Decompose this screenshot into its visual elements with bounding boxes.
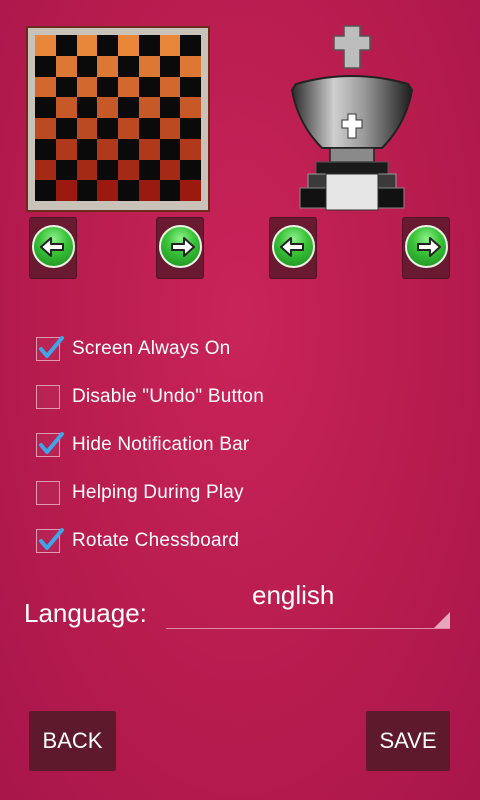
chess-king-icon xyxy=(286,24,418,212)
checkmark-icon xyxy=(39,432,64,454)
option-rotate-chessboard[interactable]: Rotate Chessboard xyxy=(36,527,239,555)
board-square xyxy=(76,76,98,98)
board-square xyxy=(76,138,98,160)
board-square xyxy=(35,76,56,98)
option-label: Disable "Undo" Button xyxy=(72,386,264,407)
board-square xyxy=(55,159,77,181)
board-square xyxy=(97,97,118,118)
language-select[interactable]: english xyxy=(166,578,450,629)
chessboard-thumbnail xyxy=(35,35,201,201)
board-square xyxy=(55,35,77,56)
board-square xyxy=(138,138,160,160)
board-square xyxy=(118,118,139,139)
board-square xyxy=(35,55,56,77)
option-helping-during-play[interactable]: Helping During Play xyxy=(36,479,244,507)
option-label: Rotate Chessboard xyxy=(72,530,240,551)
back-button[interactable]: BACK xyxy=(29,711,116,771)
board-square xyxy=(138,97,160,118)
board-square xyxy=(180,118,201,139)
option-hide-notification-bar[interactable]: Hide Notification Bar xyxy=(36,431,249,459)
board-square xyxy=(55,97,77,118)
language-label: Language: xyxy=(24,598,147,628)
board-square xyxy=(180,55,201,77)
board-square xyxy=(138,35,160,56)
board-square xyxy=(35,138,56,160)
board-square xyxy=(180,76,201,98)
checkbox[interactable] xyxy=(36,336,64,361)
board-square xyxy=(118,180,139,201)
board-square xyxy=(118,97,139,118)
board-square xyxy=(159,180,181,201)
board-square xyxy=(180,138,201,160)
option-label: Helping During Play xyxy=(72,482,244,503)
dropdown-caret-icon xyxy=(434,612,450,628)
board-square xyxy=(97,159,118,181)
board-square xyxy=(159,138,181,160)
save-button[interactable]: SAVE xyxy=(366,711,450,771)
board-square xyxy=(138,55,160,77)
board-square xyxy=(118,76,139,98)
board-square xyxy=(159,118,181,139)
board-square xyxy=(138,180,160,201)
board-next-button[interactable] xyxy=(156,217,204,279)
board-square xyxy=(35,118,56,139)
board-square xyxy=(97,180,118,201)
pieces-prev-button[interactable] xyxy=(269,217,317,279)
board-square xyxy=(55,55,77,77)
option-screen-always-on[interactable]: Screen Always On xyxy=(36,335,230,363)
board-square xyxy=(138,76,160,98)
checkmark-icon xyxy=(39,336,64,358)
checkbox[interactable] xyxy=(36,528,64,553)
board-square xyxy=(138,159,160,181)
arrow-left-icon xyxy=(280,237,304,257)
option-label: Screen Always On xyxy=(72,338,231,359)
board-square xyxy=(159,76,181,98)
board-square xyxy=(159,35,181,56)
board-square xyxy=(97,138,118,160)
board-square xyxy=(35,35,56,56)
board-square xyxy=(118,35,139,56)
board-square xyxy=(97,55,118,77)
board-square xyxy=(138,118,160,139)
board-square xyxy=(180,159,201,181)
board-square xyxy=(97,118,118,139)
option-disable-undo[interactable]: Disable "Undo" Button xyxy=(36,383,264,411)
pieces-next-button[interactable] xyxy=(402,217,450,279)
board-square xyxy=(76,35,98,56)
board-square xyxy=(180,35,201,56)
board-preview xyxy=(26,26,210,212)
board-square xyxy=(118,55,139,77)
board-square xyxy=(159,97,181,118)
board-square xyxy=(76,180,98,201)
board-square xyxy=(118,159,139,181)
board-square xyxy=(35,97,56,118)
board-square xyxy=(159,55,181,77)
language-value: english xyxy=(252,580,335,610)
arrow-left-icon xyxy=(40,237,64,257)
board-square xyxy=(55,138,77,160)
board-square xyxy=(76,159,98,181)
checkmark-icon xyxy=(39,528,64,550)
board-square xyxy=(55,118,77,139)
board-square xyxy=(76,118,98,139)
board-square xyxy=(55,180,77,201)
board-square xyxy=(35,159,56,181)
option-label: Hide Notification Bar xyxy=(72,434,250,455)
checkbox[interactable] xyxy=(36,481,60,505)
checkbox[interactable] xyxy=(36,385,60,409)
board-square xyxy=(180,180,201,201)
arrow-right-icon xyxy=(171,237,195,257)
board-square xyxy=(76,97,98,118)
board-square xyxy=(97,76,118,98)
checkbox[interactable] xyxy=(36,432,64,457)
board-prev-button[interactable] xyxy=(29,217,77,279)
board-square xyxy=(159,159,181,181)
board-square xyxy=(97,35,118,56)
arrow-right-icon xyxy=(417,237,441,257)
board-square xyxy=(35,180,56,201)
board-square xyxy=(180,97,201,118)
board-square xyxy=(76,55,98,77)
board-square xyxy=(55,76,77,98)
board-square xyxy=(118,138,139,160)
